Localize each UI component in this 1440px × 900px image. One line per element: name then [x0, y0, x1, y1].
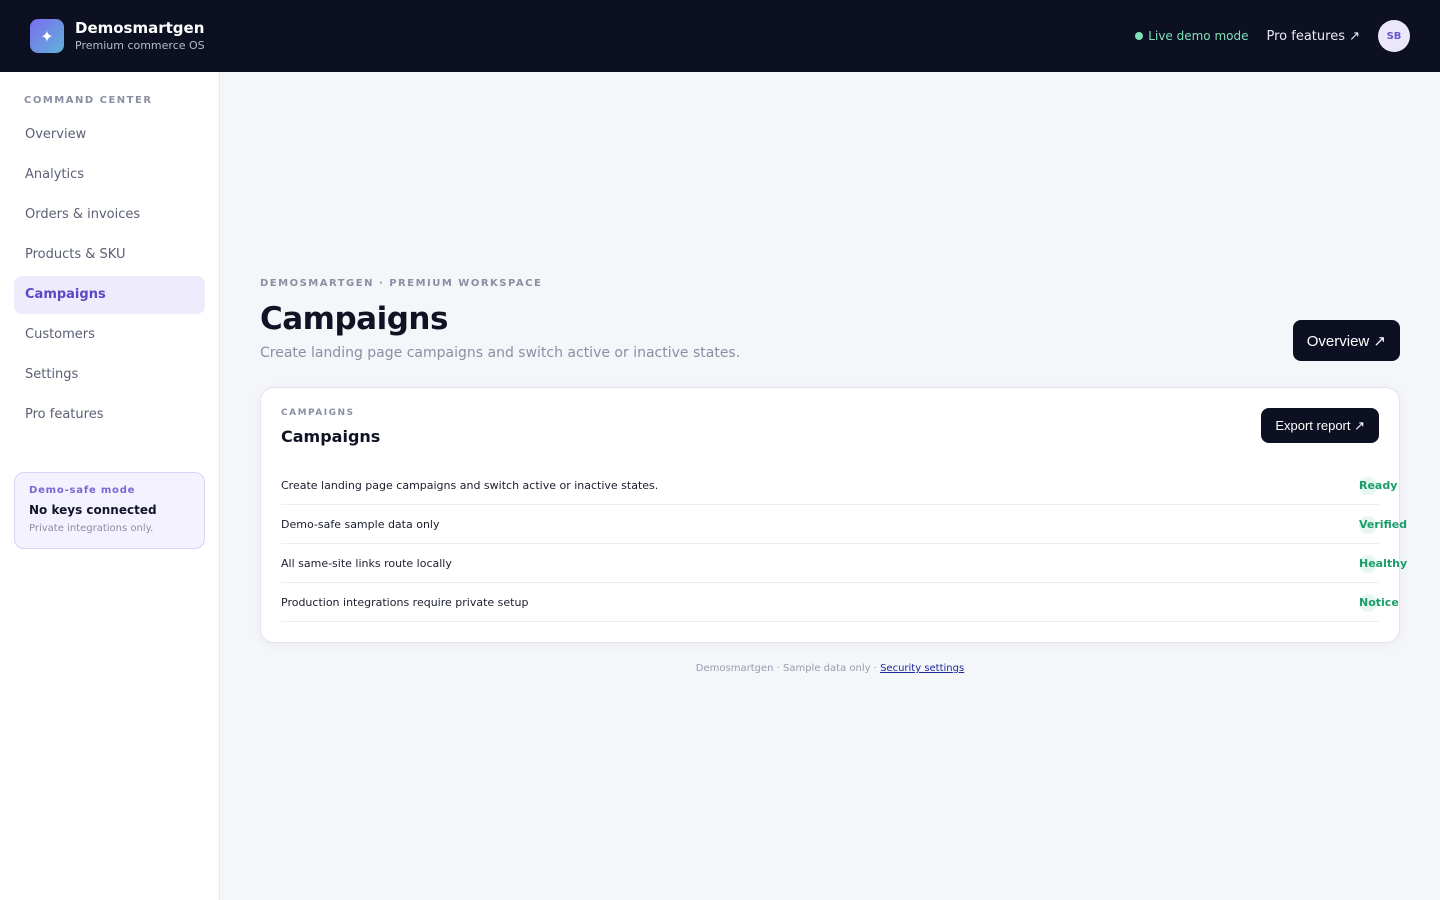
logo-sparkle-icon[interactable]: ✦	[30, 19, 64, 53]
list-item: Create landing page campaigns and switch…	[281, 466, 1397, 505]
status-badge: Healthy	[1359, 554, 1407, 573]
brand-name: Demosmartgen	[75, 18, 205, 37]
sidebar-item-settings[interactable]: Settings	[14, 356, 205, 394]
main-content: DEMOSMARTGEN · PREMIUM WORKSPACE Campaig…	[260, 278, 1407, 674]
status-badge-label: Ready	[1359, 478, 1398, 492]
top-right: Live demo mode Pro features ↗ SB	[1135, 20, 1410, 52]
sidebar-item-overview[interactable]: Overview	[14, 116, 205, 154]
status-badge-label: Notice	[1359, 595, 1399, 609]
title-block: Campaigns Create landing page campaigns …	[260, 299, 740, 361]
demo-safe-card: Demo-safe mode No keys connected Private…	[14, 472, 205, 549]
status-list: Create landing page campaigns and switch…	[281, 466, 1407, 622]
sidebar-item-customers[interactable]: Customers	[14, 316, 205, 354]
card-title: Campaigns	[281, 427, 381, 446]
pro-features-link[interactable]: Pro features ↗	[1267, 29, 1361, 44]
live-dot-icon	[1135, 32, 1144, 40]
list-item: Demo-safe sample data only Verified	[281, 505, 1407, 544]
page-title: Campaigns	[260, 301, 448, 337]
brand: Demosmartgen Premium commerce OS	[75, 19, 205, 54]
live-demo-indicator: Live demo mode	[1135, 29, 1249, 43]
list-item-text: Demo-safe sample data only	[281, 517, 440, 531]
list-item: All same-site links route locally Health…	[281, 544, 1407, 583]
status-badge-label: Verified	[1359, 517, 1408, 531]
demo-card-heading: No keys connected	[29, 503, 157, 517]
security-settings-link[interactable]: Security settings	[880, 663, 964, 674]
demo-card-text: Private integrations only.	[29, 523, 154, 534]
sidebar-item-analytics[interactable]: Analytics	[14, 156, 205, 194]
top-bar: ✦ Demosmartgen Premium commerce OS Live …	[0, 0, 1440, 72]
list-item-text: All same-site links route locally	[281, 556, 452, 570]
list-item-text: Production integrations require private …	[281, 595, 529, 609]
page-eyebrow: DEMOSMARTGEN · PREMIUM WORKSPACE	[260, 278, 543, 289]
footer-text: Demosmartgen · Sample data only ·	[695, 663, 877, 674]
sidebar: COMMAND CENTER Overview Analytics Orders…	[0, 72, 220, 900]
card-eyebrow: CAMPAIGNS	[281, 408, 355, 418]
status-badge-label: Healthy	[1359, 556, 1408, 570]
card-header: CAMPAIGNS Campaigns Export report ↗	[281, 408, 1379, 446]
sidebar-item-products[interactable]: Products & SKU	[14, 236, 205, 274]
brand-subtitle: Premium commerce OS	[75, 38, 205, 52]
export-report-button[interactable]: Export report ↗	[1261, 408, 1379, 443]
live-demo-label: Live demo mode	[1148, 29, 1249, 43]
footer: Demosmartgen · Sample data only · Securi…	[260, 663, 1400, 674]
campaigns-card: CAMPAIGNS Campaigns Export report ↗ Crea…	[260, 387, 1407, 643]
list-item-text: Create landing page campaigns and switch…	[281, 478, 659, 492]
status-badge: Ready	[1359, 476, 1397, 495]
page-subtitle: Create landing page campaigns and switch…	[260, 345, 741, 361]
card-title-block: CAMPAIGNS Campaigns	[281, 408, 380, 446]
status-badge: Notice	[1359, 593, 1399, 612]
status-badge: Verified	[1359, 515, 1407, 534]
list-item: Production integrations require private …	[281, 583, 1399, 622]
demo-card-title: Demo-safe mode	[29, 485, 136, 496]
sidebar-item-pro-features[interactable]: Pro features	[14, 396, 205, 434]
sidebar-item-campaigns[interactable]: Campaigns	[14, 276, 205, 314]
avatar[interactable]: SB	[1378, 20, 1410, 52]
overview-button[interactable]: Overview ↗	[1292, 320, 1400, 361]
sidebar-item-orders[interactable]: Orders & invoices	[14, 196, 205, 234]
sidebar-section-label: COMMAND CENTER	[24, 95, 153, 106]
title-row: Campaigns Create landing page campaigns …	[260, 299, 1400, 361]
